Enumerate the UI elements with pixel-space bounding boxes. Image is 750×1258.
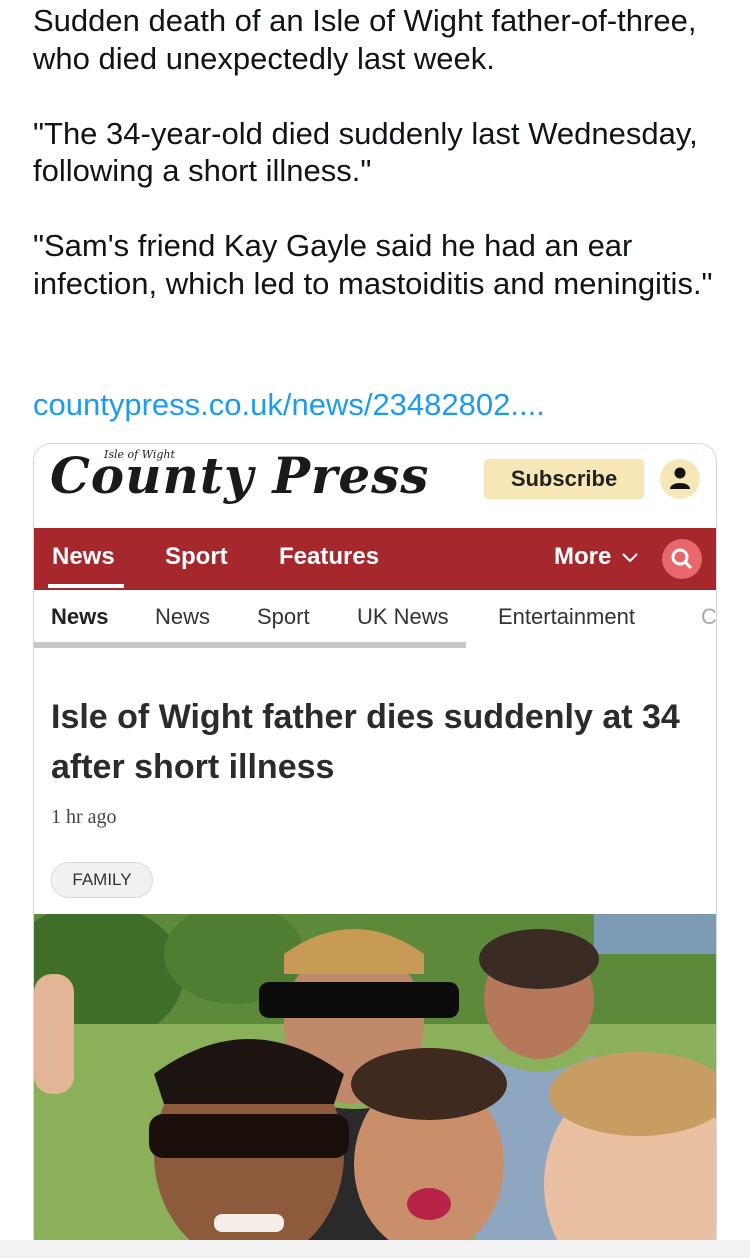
tweet-paragraph-3: "Sam's friend Kay Gayle said he had an e… <box>33 228 713 301</box>
nav-more[interactable]: More <box>554 528 640 590</box>
site-logo[interactable]: County Press <box>50 446 429 505</box>
nav-sport[interactable]: Sport <box>165 528 228 590</box>
article-photo[interactable] <box>34 914 716 1258</box>
chevron-down-icon <box>622 552 638 563</box>
main-nav: News Sport Features More <box>34 528 716 590</box>
masthead: Isle of Wight County Press Subscribe <box>34 444 716 528</box>
article-headline[interactable]: Isle of Wight father dies suddenly at 34… <box>51 692 701 792</box>
sub-nav: News News Sport UK News Entertainment C <box>34 590 716 646</box>
subnav-sport[interactable]: Sport <box>257 604 310 630</box>
tweet-text: Sudden death of an Isle of Wight father-… <box>33 2 723 302</box>
subnav-uk-news[interactable]: UK News <box>357 604 449 630</box>
nav-features[interactable]: Features <box>279 528 379 590</box>
tweet-paragraph-1: Sudden death of an Isle of Wight father-… <box>33 3 697 76</box>
bottom-strip <box>0 1240 750 1258</box>
article-timestamp: 1 hr ago <box>51 806 117 828</box>
account-icon[interactable] <box>660 459 700 499</box>
subscribe-button[interactable]: Subscribe <box>484 459 644 499</box>
article-link[interactable]: countypress.co.uk/news/23482802.... <box>33 386 545 423</box>
subnav-overflow[interactable]: C <box>701 604 716 630</box>
search-icon[interactable] <box>662 539 702 579</box>
subnav-scroll-indicator <box>34 642 466 648</box>
subnav-news-active[interactable]: News <box>51 604 108 630</box>
nav-active-indicator <box>48 584 124 588</box>
tweet-paragraph-2: "The 34-year-old died suddenly last Wedn… <box>33 115 698 189</box>
category-tag[interactable]: FAMILY <box>51 862 153 898</box>
nav-more-label: More <box>554 543 612 570</box>
subnav-entertainment[interactable]: Entertainment <box>498 604 635 630</box>
subnav-news[interactable]: News <box>155 604 210 630</box>
nav-news[interactable]: News <box>52 528 115 590</box>
link-preview-card[interactable]: Isle of Wight County Press Subscribe New… <box>33 443 717 1258</box>
